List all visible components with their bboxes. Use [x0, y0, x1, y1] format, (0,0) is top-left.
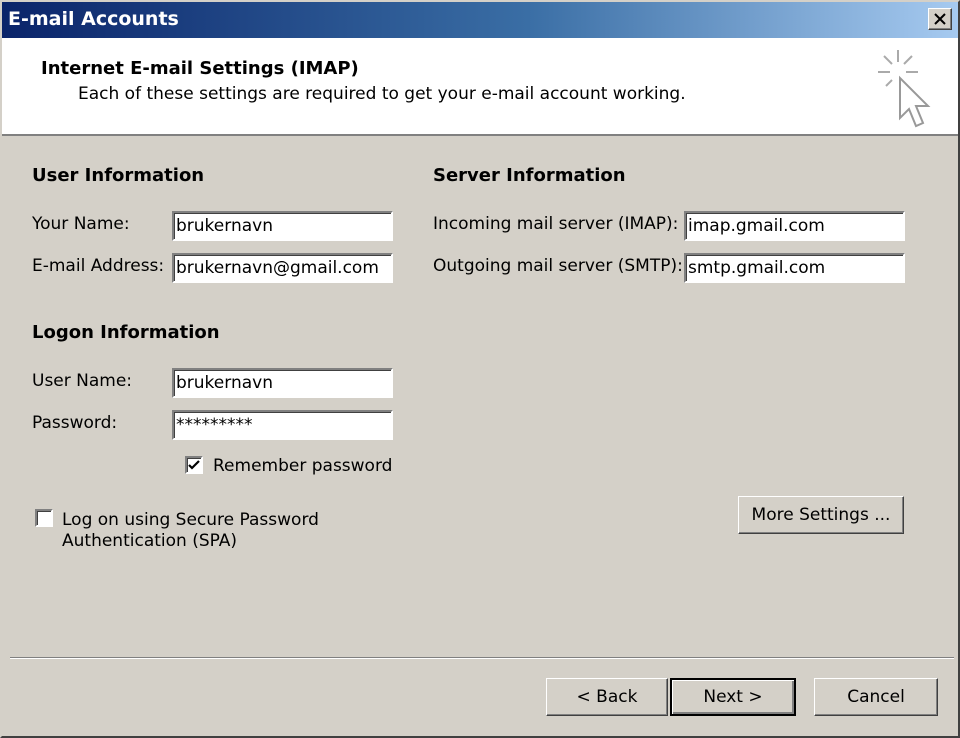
next-button[interactable]: Next >	[670, 678, 796, 716]
back-button[interactable]: < Back	[546, 678, 668, 716]
outgoing-server-field[interactable]	[684, 253, 905, 283]
spa-label-line2[interactable]: Authentication (SPA)	[62, 531, 237, 551]
remember-password-label[interactable]: Remember password	[213, 456, 392, 476]
page-subtitle: Each of these settings are required to g…	[78, 84, 686, 104]
user-name-label: User Name:	[32, 371, 133, 391]
close-button[interactable]	[928, 8, 952, 30]
password-field[interactable]	[172, 410, 393, 440]
email-accounts-dialog: E-mail Accounts Internet E-mail Settings…	[0, 0, 960, 738]
title-bar[interactable]: E-mail Accounts	[2, 2, 958, 38]
cursor-sparkle-icon	[878, 50, 931, 128]
your-name-field[interactable]	[172, 211, 393, 241]
window-title: E-mail Accounts	[8, 8, 179, 30]
user-name-field[interactable]	[172, 368, 393, 398]
spa-label-line1[interactable]: Log on using Secure Password	[62, 510, 319, 530]
checkmark-icon	[188, 460, 200, 470]
header-panel: Internet E-mail Settings (IMAP) Each of …	[2, 38, 958, 136]
separator	[10, 657, 954, 659]
cancel-button[interactable]: Cancel	[814, 678, 938, 716]
server-info-heading: Server Information	[433, 165, 626, 186]
close-icon	[934, 13, 946, 25]
incoming-server-label: Incoming mail server (IMAP):	[433, 214, 679, 234]
your-name-label: Your Name:	[32, 214, 130, 234]
logon-info-heading: Logon Information	[32, 322, 220, 343]
email-address-label: E-mail Address:	[32, 256, 165, 276]
password-label: Password:	[32, 413, 118, 433]
email-address-field[interactable]	[172, 253, 393, 283]
incoming-server-field[interactable]	[684, 211, 905, 241]
user-info-heading: User Information	[32, 165, 205, 186]
page-title: Internet E-mail Settings (IMAP)	[41, 58, 359, 79]
remember-password-checkbox[interactable]	[185, 456, 203, 474]
spa-checkbox[interactable]	[35, 509, 53, 527]
more-settings-button[interactable]: More Settings ...	[738, 496, 904, 534]
outgoing-server-label: Outgoing mail server (SMTP):	[433, 256, 683, 276]
